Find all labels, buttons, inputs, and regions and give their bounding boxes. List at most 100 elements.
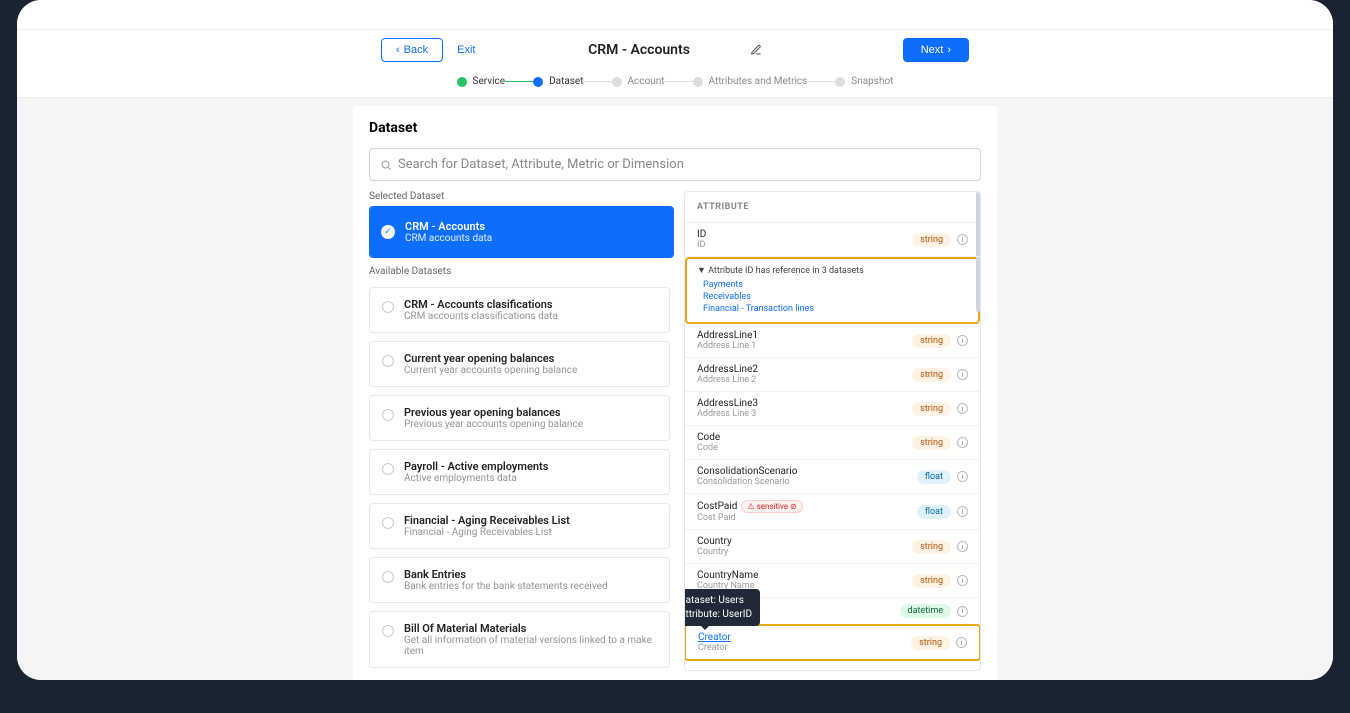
selected-dataset-name: CRM - Accounts — [405, 220, 492, 233]
info-icon[interactable]: i — [957, 541, 968, 552]
type-badge: string — [912, 233, 951, 247]
attribute-sub: Address Line 1 — [697, 341, 912, 351]
attribute-sub: Consolidation Scenario — [697, 477, 917, 487]
dataset-name: CRM - Accounts clasifications — [404, 298, 558, 311]
reference-link[interactable]: Payments — [703, 280, 968, 290]
step-dot — [533, 77, 543, 87]
sensitive-badge: ⚠ sensitive ⊘ — [741, 500, 802, 513]
attribute-row[interactable]: AddressLine1Address Line 1stringi — [685, 324, 980, 358]
attribute-sub: Cost Paid — [697, 513, 917, 523]
selected-dataset-card[interactable]: ✓ CRM - Accounts CRM accounts data — [369, 206, 674, 258]
type-badge: string — [912, 402, 951, 416]
step-label: Service — [473, 76, 506, 87]
type-badge: string — [912, 540, 951, 554]
attribute-row[interactable]: CostPaid⚠ sensitive ⊘Cost Paidfloati — [685, 494, 980, 530]
dataset-item[interactable]: Previous year opening balancesPrevious y… — [369, 395, 670, 441]
attribute-name: Creator — [698, 632, 911, 643]
type-badge: string — [912, 368, 951, 382]
selected-dataset-desc: CRM accounts data — [405, 233, 492, 244]
info-icon[interactable]: i — [957, 403, 968, 414]
info-icon[interactable]: i — [957, 369, 968, 380]
info-icon[interactable]: i — [957, 471, 968, 482]
radio-icon — [382, 517, 394, 529]
type-badge: string — [912, 574, 951, 588]
step-dot — [693, 77, 703, 87]
attribute-row[interactable]: CountryCountrystringi — [685, 530, 980, 564]
type-badge: datetime — [900, 604, 952, 618]
dataset-item[interactable]: CRM - Accounts clasificationsCRM account… — [369, 287, 670, 333]
reference-link[interactable]: Receivables — [703, 292, 968, 302]
attribute-sub: Code — [697, 443, 912, 453]
attribute-name: CountryName — [697, 570, 912, 581]
attribute-row[interactable]: IDIDstringi — [685, 223, 980, 257]
dataset-item[interactable]: Bill Of Material MaterialsGet all inform… — [369, 611, 670, 668]
radio-icon — [382, 409, 394, 421]
attribute-sub: Country — [697, 547, 912, 557]
attribute-header: ATTRIBUTE — [685, 192, 980, 223]
info-icon[interactable]: i — [956, 637, 967, 648]
attribute-name: Country — [697, 536, 912, 547]
radio-icon — [382, 355, 394, 367]
step-attributes-and-metrics[interactable]: Attributes and Metrics — [693, 76, 808, 87]
info-icon[interactable]: i — [957, 335, 968, 346]
dataset-item[interactable]: Payroll - Active employmentsActive emplo… — [369, 449, 670, 495]
exit-label: Exit — [457, 44, 475, 56]
back-label: Back — [404, 44, 428, 56]
attribute-row[interactable]: AddressLine2Address Line 2stringi — [685, 358, 980, 392]
next-button[interactable]: Next › — [903, 38, 969, 62]
step-dot — [457, 77, 467, 87]
type-badge: float — [917, 470, 951, 484]
attribute-name: Code — [697, 432, 912, 443]
info-icon[interactable]: i — [957, 606, 968, 617]
attribute-sub: Address Line 2 — [697, 375, 912, 385]
attribute-row[interactable]: ConsolidationScenarioConsolidation Scena… — [685, 460, 980, 494]
radio-icon — [382, 301, 394, 313]
step-connector — [807, 81, 835, 82]
type-badge: string — [912, 334, 951, 348]
info-icon[interactable]: i — [957, 575, 968, 586]
type-badge: float — [917, 505, 951, 519]
step-snapshot[interactable]: Snapshot — [835, 76, 893, 87]
dataset-name: Bank Entries — [404, 568, 608, 581]
exit-button[interactable]: Exit — [443, 39, 489, 61]
dataset-item[interactable]: Financial - Aging Receivables ListFinanc… — [369, 503, 670, 549]
reference-link[interactable]: Financial - Transaction lines — [703, 304, 968, 314]
back-button[interactable]: ‹ Back — [381, 38, 443, 62]
attribute-name: AddressLine2 — [697, 364, 912, 375]
attribute-sub: Creator — [698, 643, 911, 653]
stepper: Service Dataset Account Attributes and Metr… — [17, 70, 1333, 98]
attribute-row[interactable]: CodeCodestringi — [685, 426, 980, 460]
step-dot — [612, 77, 622, 87]
step-label: Account — [628, 76, 665, 87]
dataset-item[interactable]: Current year opening balancesCurrent yea… — [369, 341, 670, 387]
dataset-desc: Get all information of material versions… — [404, 635, 657, 657]
dataset-name: Financial - Aging Receivables List — [404, 514, 570, 527]
attribute-row[interactable]: AddressLine3Address Line 3stringi — [685, 392, 980, 426]
type-badge: string — [911, 636, 950, 650]
search-input[interactable]: Search for Dataset, Attribute, Metric or… — [369, 148, 981, 181]
attribute-name: AddressLine3 — [697, 398, 912, 409]
radio-icon — [382, 463, 394, 475]
attribute-name: ConsolidationScenario — [697, 466, 917, 477]
dataset-desc: CRM accounts classifications data — [404, 311, 558, 322]
attribute-row[interactable]: Dataset: UsersAttribute: UserIDCreatorCr… — [685, 624, 980, 661]
info-icon[interactable]: i — [957, 506, 968, 517]
info-icon[interactable]: i — [957, 234, 968, 245]
attribute-name: ID — [697, 229, 912, 240]
attribute-sub: Address Line 3 — [697, 409, 912, 419]
dataset-name: Previous year opening balances — [404, 406, 583, 419]
dataset-desc: Bank entries for the bank statements rec… — [404, 581, 608, 592]
chevron-left-icon: ‹ — [396, 44, 400, 56]
step-account[interactable]: Account — [612, 76, 665, 87]
dataset-desc: Previous year accounts opening balance — [404, 419, 583, 430]
info-icon[interactable]: i — [957, 437, 968, 448]
edit-icon[interactable] — [750, 44, 762, 56]
chevron-right-icon: › — [947, 44, 951, 56]
attribute-row[interactable]: CreatorFullNameCreator Full Namestringi — [685, 660, 980, 663]
step-service[interactable]: Service — [457, 76, 506, 87]
step-connector — [584, 81, 612, 82]
radio-icon — [382, 625, 394, 637]
step-dataset[interactable]: Dataset — [533, 76, 583, 87]
search-icon — [380, 159, 392, 171]
dataset-item[interactable]: Bank EntriesBank entries for the bank st… — [369, 557, 670, 603]
